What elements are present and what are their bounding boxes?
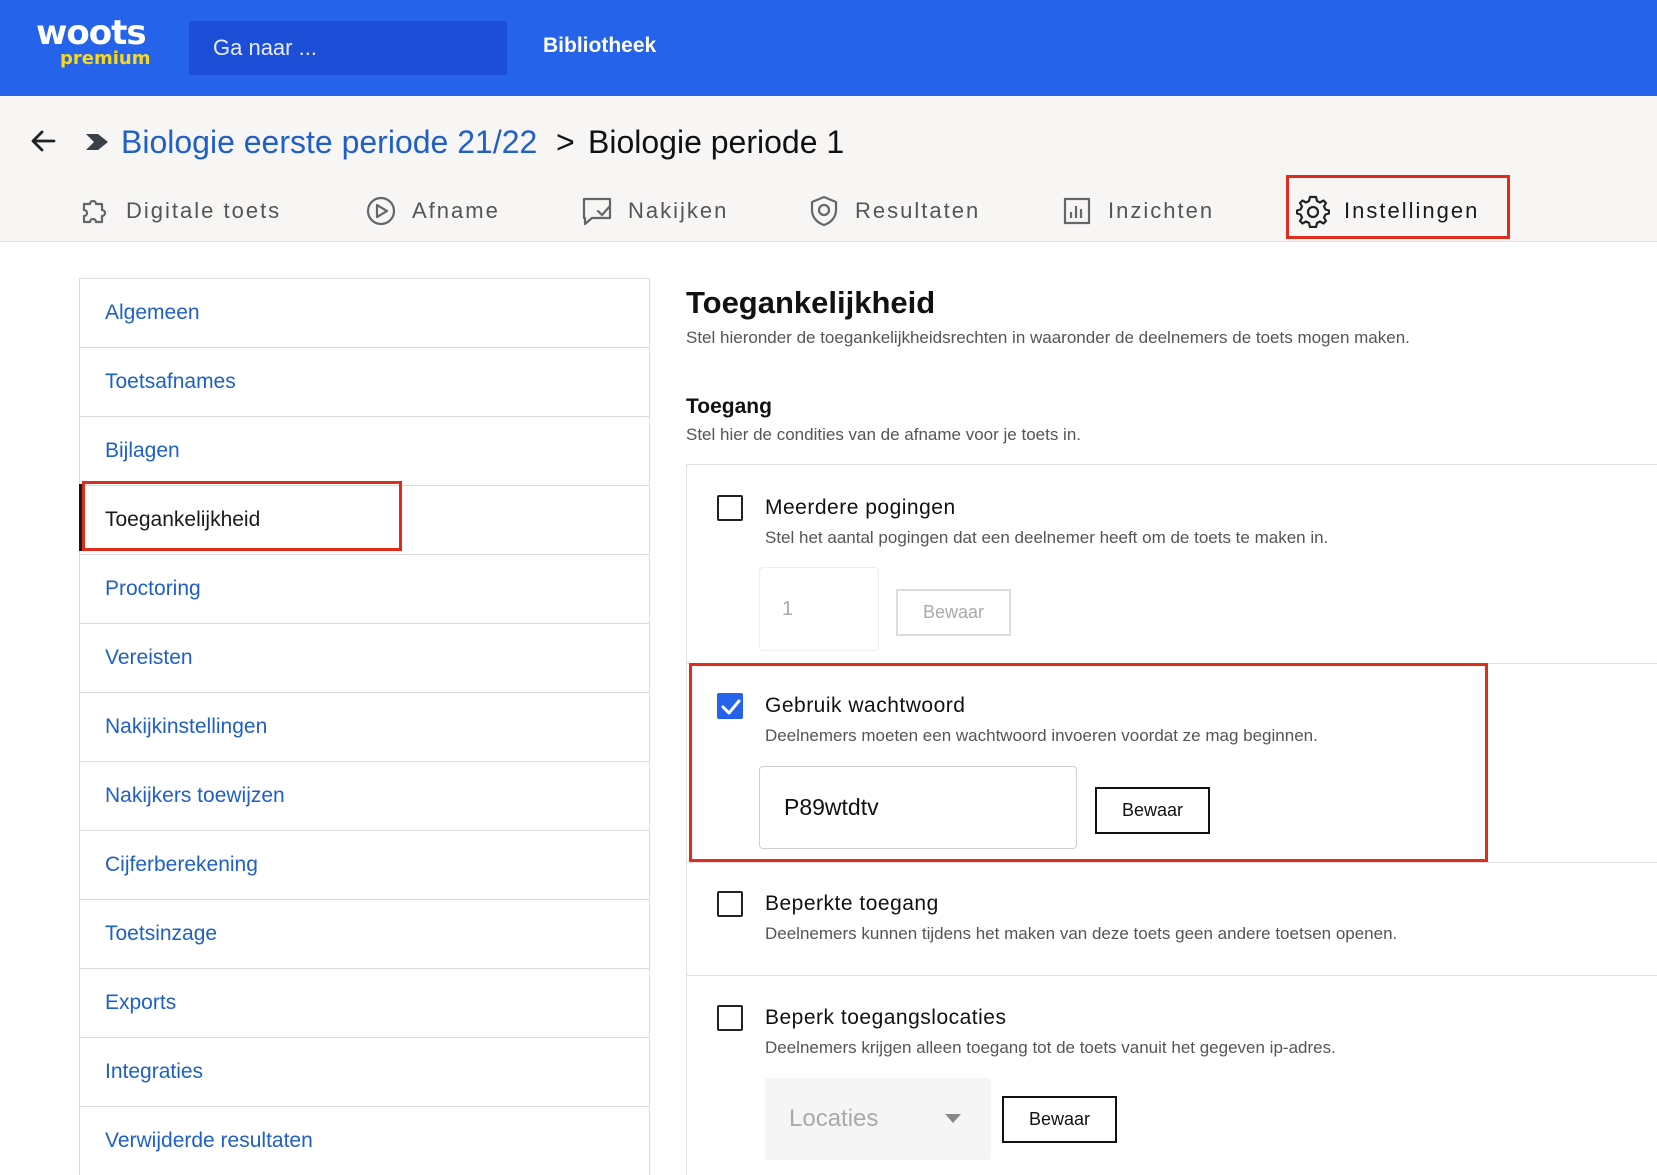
logo-subtext: premium (60, 48, 151, 69)
sidebar-highlight-box (82, 481, 402, 551)
sidebar-item-nakijkinstellingen[interactable]: Nakijkinstellingen (80, 693, 649, 762)
play-circle-icon (366, 196, 396, 226)
attempts-checkbox[interactable] (717, 495, 743, 521)
locations-title: Beperk toegangslocaties (765, 1006, 1007, 1029)
restricted-access-title: Beperkte toegang (765, 892, 939, 915)
attempts-number-input[interactable] (759, 567, 879, 651)
password-highlight-box (689, 663, 1488, 862)
sidebar-item-algemeen[interactable]: Algemeen (80, 279, 649, 348)
sidebar-item-verwijderde-resultaten[interactable]: Verwijderde resultaten (80, 1107, 649, 1175)
tab-digitale-toets[interactable]: Digitale toets (78, 186, 281, 236)
top-navigation-bar: woots premium Ga naar ... Bibliotheek (0, 0, 1657, 96)
tab-label: Inzichten (1108, 198, 1215, 223)
sidebar-item-toetsinzage[interactable]: Toetsinzage (80, 900, 649, 969)
bar-chart-icon (1063, 197, 1091, 225)
page-subtitle: Stel hieronder de toegankelijkheidsrecht… (686, 328, 1410, 347)
sidebar-item-cijferberekening[interactable]: Cijferberekening (80, 831, 649, 900)
locations-save-button[interactable]: Bewaar (1002, 1096, 1117, 1143)
attempts-title: Meerdere pogingen (765, 496, 956, 519)
tab-afname[interactable]: Afname (364, 186, 500, 236)
breadcrumb-separator: > (556, 124, 575, 160)
sidebar-item-toetsafnames[interactable]: Toetsafnames (80, 348, 649, 417)
divider (686, 862, 1657, 863)
sidebar-item-proctoring[interactable]: Proctoring (80, 555, 649, 624)
breadcrumb-chevron-icon (86, 134, 108, 150)
tab-highlight-box (1286, 175, 1510, 239)
restricted-access-checkbox[interactable] (717, 891, 743, 917)
page-header: Biologie eerste periode 21/22 > Biologie… (0, 96, 1657, 242)
sidebar-item-vereisten[interactable]: Vereisten (80, 624, 649, 693)
tab-inzichten[interactable]: Inzichten (1060, 186, 1214, 236)
settings-sidebar: Algemeen Toetsafnames Bijlagen Toegankel… (79, 278, 650, 1175)
arrow-left-icon[interactable] (28, 126, 58, 156)
attempts-description: Stel het aantal pogingen dat een deelnem… (765, 528, 1329, 547)
tab-label: Digitale toets (126, 198, 282, 223)
shield-icon (810, 195, 838, 227)
restricted-access-description: Deelnemers kunnen tijdens het maken van … (765, 924, 1398, 943)
sidebar-item-bijlagen[interactable]: Bijlagen (80, 417, 649, 486)
tab-label: Afname (412, 198, 500, 223)
chevron-down-icon (945, 1114, 961, 1123)
message-check-icon (582, 197, 612, 226)
sidebar-item-nakijkers-toewijzen[interactable]: Nakijkers toewijzen (80, 762, 649, 831)
attempts-save-button[interactable]: Bewaar (896, 589, 1011, 636)
breadcrumb-parent-link[interactable]: Biologie eerste periode 21/22 (121, 124, 537, 161)
library-link[interactable]: Bibliotheek (543, 34, 656, 58)
tab-label: Resultaten (855, 198, 981, 223)
page-title: Toegankelijkheid (686, 285, 936, 320)
divider (686, 975, 1657, 976)
breadcrumb-current: Biologie periode 1 (588, 124, 845, 160)
sidebar-item-integraties[interactable]: Integraties (80, 1038, 649, 1107)
tab-nakijken[interactable]: Nakijken (580, 186, 728, 236)
section-subtitle: Stel hier de condities van de afname voo… (686, 425, 1082, 444)
tab-label: Nakijken (628, 198, 729, 223)
woots-logo[interactable]: woots premium (36, 16, 156, 76)
puzzle-icon (82, 199, 107, 224)
search-input[interactable]: Ga naar ... (189, 21, 507, 75)
locations-description: Deelnemers krijgen alleen toegang tot de… (765, 1038, 1336, 1057)
tab-resultaten[interactable]: Resultaten (807, 186, 980, 236)
locations-checkbox[interactable] (717, 1005, 743, 1031)
sidebar-item-exports[interactable]: Exports (80, 969, 649, 1038)
section-title: Toegang (686, 395, 772, 418)
logo-text: woots (36, 13, 147, 53)
